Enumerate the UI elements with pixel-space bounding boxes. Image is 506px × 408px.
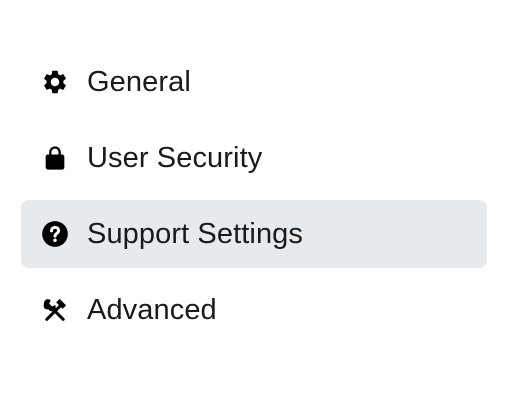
settings-nav: General User Security Support Settings A… — [21, 48, 487, 352]
sidebar-item-label: Support Settings — [87, 217, 304, 250]
tools-icon — [41, 296, 69, 324]
sidebar-item-label: General — [87, 65, 191, 98]
sidebar-item-general[interactable]: General — [21, 48, 487, 116]
gear-icon — [41, 68, 69, 96]
question-circle-icon — [41, 220, 69, 248]
sidebar-item-user-security[interactable]: User Security — [21, 124, 487, 192]
sidebar-item-advanced[interactable]: Advanced — [21, 276, 487, 344]
sidebar-item-label: Advanced — [87, 293, 217, 326]
sidebar-item-label: User Security — [87, 141, 263, 174]
lock-icon — [41, 144, 69, 172]
sidebar-item-support-settings[interactable]: Support Settings — [21, 200, 487, 268]
